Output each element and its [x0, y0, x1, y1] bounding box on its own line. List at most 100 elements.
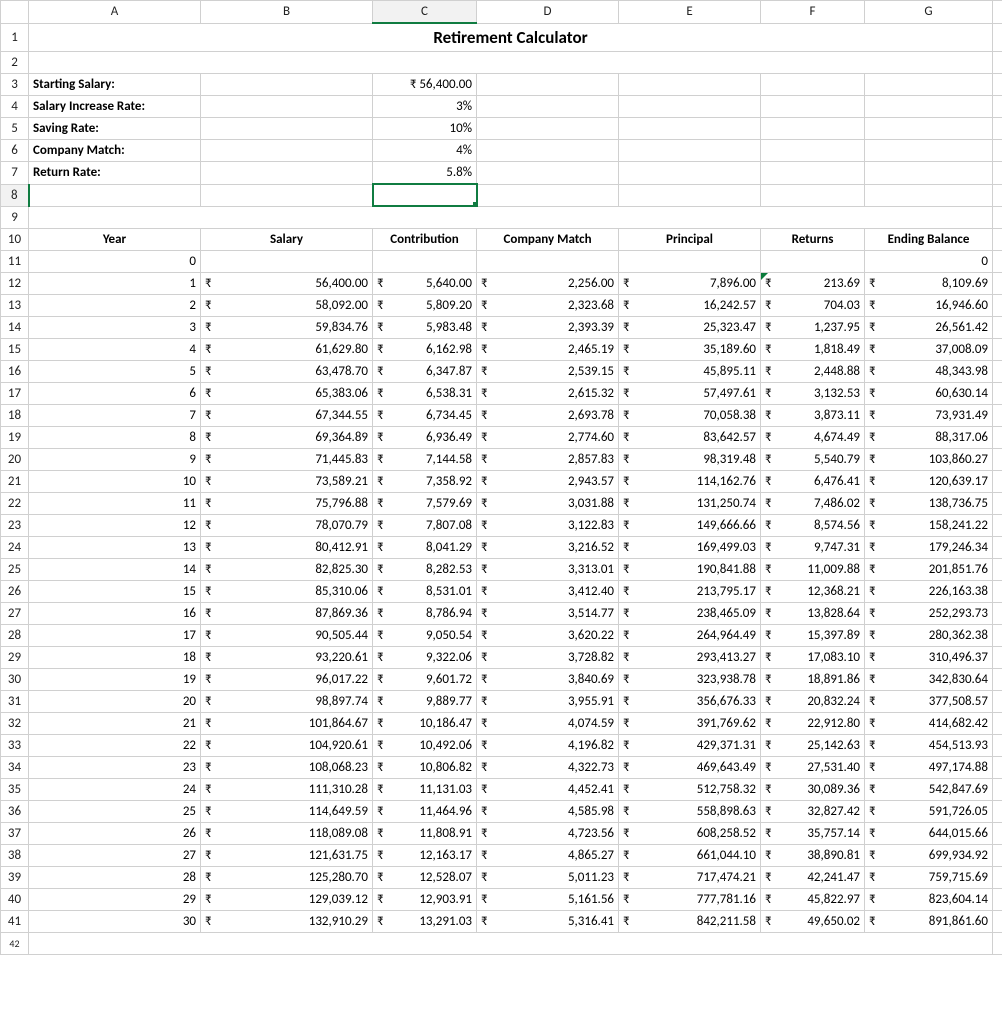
cell-company-match[interactable]: ₹3,031.88	[477, 492, 619, 514]
cell-company-match[interactable]: ₹5,011.23	[477, 866, 619, 888]
cell-contribution[interactable]: ₹9,601.72	[373, 668, 477, 690]
cell-year[interactable]: 6	[29, 382, 201, 404]
cell-contribution[interactable]: ₹13,291.03	[373, 910, 477, 932]
cell-year[interactable]: 20	[29, 690, 201, 712]
cell-company-match[interactable]: ₹3,313.01	[477, 558, 619, 580]
cell-year[interactable]: 8	[29, 426, 201, 448]
cell-principal[interactable]: ₹717,474.21	[619, 866, 761, 888]
cell-year[interactable]: 2	[29, 294, 201, 316]
cell-ending-balance[interactable]: ₹120,639.17	[865, 470, 993, 492]
cell-ending-balance[interactable]: ₹201,851.76	[865, 558, 993, 580]
cell-principal[interactable]: ₹238,465.09	[619, 602, 761, 624]
cell-principal[interactable]: ₹661,044.10	[619, 844, 761, 866]
row-header[interactable]: 12	[1, 272, 29, 294]
cell-contribution[interactable]: ₹11,464.96	[373, 800, 477, 822]
cell-year[interactable]: 1	[29, 272, 201, 294]
row-header[interactable]: 22	[1, 492, 29, 514]
cell-contribution[interactable]: ₹5,983.48	[373, 316, 477, 338]
cell-principal[interactable]: ₹16,242.57	[619, 294, 761, 316]
param-label-starting-salary[interactable]: Starting Salary:	[29, 74, 201, 96]
cell-salary[interactable]: ₹104,920.61	[201, 734, 373, 756]
cell-company-match[interactable]: ₹4,452.41	[477, 778, 619, 800]
cell-year[interactable]: 13	[29, 536, 201, 558]
cell-company-match[interactable]: ₹2,615.32	[477, 382, 619, 404]
cell-ending-balance[interactable]: ₹891,861.60	[865, 910, 993, 932]
cell-returns[interactable]: ₹8,574.56	[761, 514, 865, 536]
row-header[interactable]: 41	[1, 910, 29, 932]
cell-contribution[interactable]: ₹8,041.29	[373, 536, 477, 558]
cell-salary[interactable]: ₹87,869.36	[201, 602, 373, 624]
cell-year[interactable]: 29	[29, 888, 201, 910]
cell-principal[interactable]: ₹70,058.38	[619, 404, 761, 426]
param-value-company-match[interactable]: 4%	[373, 140, 477, 162]
param-value-starting-salary[interactable]: ₹ 56,400.00	[373, 74, 477, 96]
cell-salary[interactable]: ₹132,910.29	[201, 910, 373, 932]
cell-principal[interactable]: ₹131,250.74	[619, 492, 761, 514]
cell-principal[interactable]: ₹356,676.33	[619, 690, 761, 712]
param-label-company-match[interactable]: Company Match:	[29, 140, 201, 162]
col-header-H[interactable]	[993, 1, 1002, 24]
row-header[interactable]: 20	[1, 448, 29, 470]
hdr-returns[interactable]: Returns	[761, 228, 865, 250]
col-header-F[interactable]: F	[761, 1, 865, 24]
cell-contribution[interactable]: ₹11,131.03	[373, 778, 477, 800]
cell-year[interactable]: 3	[29, 316, 201, 338]
cell-returns[interactable]: ₹11,009.88	[761, 558, 865, 580]
cell-returns[interactable]: ₹27,531.40	[761, 756, 865, 778]
cell-returns[interactable]: ₹704.03	[761, 294, 865, 316]
cell-returns[interactable]: ₹1,237.95	[761, 316, 865, 338]
cell-year[interactable]: 24	[29, 778, 201, 800]
cell-company-match[interactable]: ₹4,865.27	[477, 844, 619, 866]
cell-salary[interactable]: ₹90,505.44	[201, 624, 373, 646]
cell-salary[interactable]: ₹82,825.30	[201, 558, 373, 580]
cell-salary[interactable]: ₹96,017.22	[201, 668, 373, 690]
cell-ending-balance[interactable]: ₹280,362.38	[865, 624, 993, 646]
cell-company-match[interactable]: ₹2,256.00	[477, 272, 619, 294]
spreadsheet[interactable]: A B C D E F G 1 Retirement Calculator 2 …	[0, 0, 1002, 955]
cell-company-match[interactable]: ₹2,857.83	[477, 448, 619, 470]
cell-returns[interactable]: ₹38,890.81	[761, 844, 865, 866]
cell-salary[interactable]: ₹56,400.00	[201, 272, 373, 294]
cell-company-match[interactable]: ₹2,943.57	[477, 470, 619, 492]
cell-returns[interactable]: ₹49,650.02	[761, 910, 865, 932]
col-header-E[interactable]: E	[619, 1, 761, 24]
cell-salary[interactable]: ₹129,039.12	[201, 888, 373, 910]
cell-contribution[interactable]: ₹8,531.01	[373, 580, 477, 602]
cell-year[interactable]: 18	[29, 646, 201, 668]
hdr-year[interactable]: Year	[29, 228, 201, 250]
cell-returns[interactable]: ₹45,822.97	[761, 888, 865, 910]
cell-returns[interactable]: ₹3,132.53	[761, 382, 865, 404]
cell-company-match[interactable]: ₹3,412.40	[477, 580, 619, 602]
cell-ending-balance[interactable]: ₹823,604.14	[865, 888, 993, 910]
col-header-D[interactable]: D	[477, 1, 619, 24]
cell-company-match[interactable]: ₹4,723.56	[477, 822, 619, 844]
cell-salary[interactable]: ₹93,220.61	[201, 646, 373, 668]
cell-contribution[interactable]: ₹8,786.94	[373, 602, 477, 624]
cell-contribution[interactable]: ₹7,579.69	[373, 492, 477, 514]
cell-contribution[interactable]: ₹7,807.08	[373, 514, 477, 536]
cell-principal[interactable]: ₹469,643.49	[619, 756, 761, 778]
cell-company-match[interactable]: ₹2,323.68	[477, 294, 619, 316]
cell-contribution[interactable]: ₹6,347.87	[373, 360, 477, 382]
cell-ending-balance[interactable]: ₹252,293.73	[865, 602, 993, 624]
col-header-C[interactable]: C	[373, 1, 477, 24]
cell-salary[interactable]: ₹118,089.08	[201, 822, 373, 844]
cell-contribution[interactable]: ₹9,889.77	[373, 690, 477, 712]
cell-contribution[interactable]: ₹11,808.91	[373, 822, 477, 844]
cell-returns[interactable]: ₹17,083.10	[761, 646, 865, 668]
cell-returns[interactable]: ₹6,476.41	[761, 470, 865, 492]
cell-company-match[interactable]: ₹3,216.52	[477, 536, 619, 558]
cell-company-match[interactable]: ₹2,393.39	[477, 316, 619, 338]
cell-principal[interactable]: ₹25,323.47	[619, 316, 761, 338]
select-all-corner[interactable]	[1, 1, 29, 24]
row-header[interactable]: 38	[1, 844, 29, 866]
cell-company-match[interactable]: ₹4,322.73	[477, 756, 619, 778]
cell-contribution[interactable]: ₹10,492.06	[373, 734, 477, 756]
param-value-salary-increase[interactable]: 3%	[373, 96, 477, 118]
cell-salary[interactable]: ₹69,364.89	[201, 426, 373, 448]
hdr-ending-balance[interactable]: Ending Balance	[865, 228, 993, 250]
cell-salary[interactable]: ₹121,631.75	[201, 844, 373, 866]
row-header[interactable]: 15	[1, 338, 29, 360]
row-header[interactable]: 28	[1, 624, 29, 646]
cell-principal[interactable]: ₹7,896.00	[619, 272, 761, 294]
